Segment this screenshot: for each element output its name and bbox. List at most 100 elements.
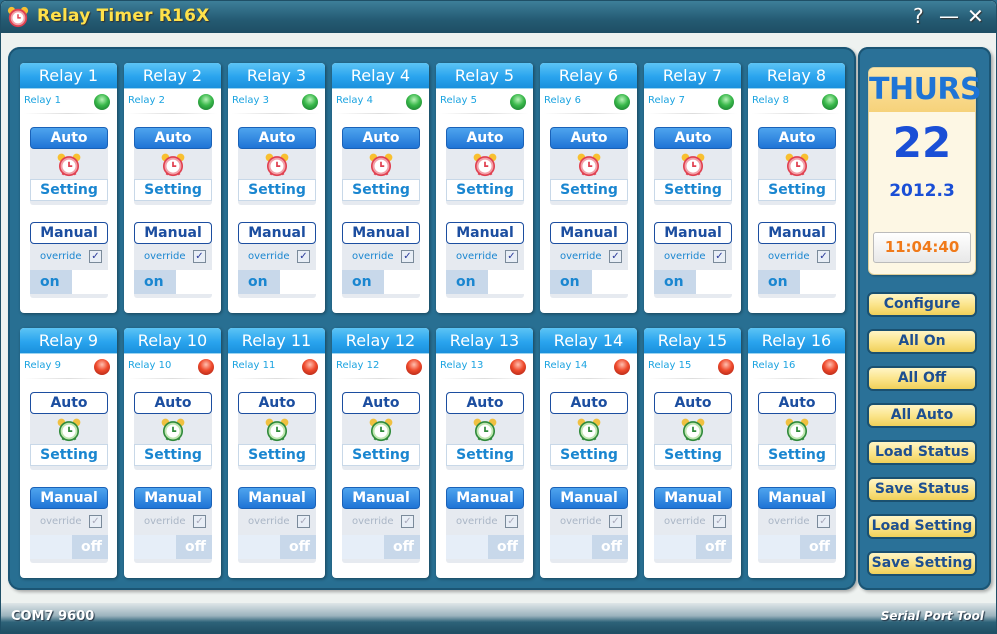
override-checkbox[interactable]: ✓ [505, 515, 518, 528]
on-off-toggle[interactable]: on [30, 270, 108, 294]
toggle-off-side[interactable] [800, 270, 836, 294]
override-checkbox[interactable]: ✓ [297, 515, 310, 528]
on-off-toggle[interactable]: off [238, 535, 316, 559]
setting-button[interactable]: Setting [342, 444, 420, 466]
auto-button[interactable]: Auto [134, 127, 212, 149]
setting-button[interactable]: Setting [550, 179, 628, 201]
toggle-on-side[interactable] [134, 535, 176, 559]
setting-button[interactable]: Setting [238, 444, 316, 466]
toggle-on-side[interactable] [30, 535, 72, 559]
side-button-all-off[interactable]: All Off [867, 366, 977, 391]
manual-button[interactable]: Manual [654, 222, 732, 244]
side-button-configure[interactable]: Configure [867, 292, 977, 317]
toggle-on-side[interactable]: on [238, 270, 280, 294]
auto-button[interactable]: Auto [30, 127, 108, 149]
on-off-toggle[interactable]: on [446, 270, 524, 294]
toggle-off-side[interactable] [72, 270, 108, 294]
on-off-toggle[interactable]: off [758, 535, 836, 559]
toggle-off-side[interactable]: off [280, 535, 316, 559]
override-checkbox[interactable]: ✓ [89, 515, 102, 528]
auto-button[interactable]: Auto [446, 392, 524, 414]
manual-button[interactable]: Manual [550, 487, 628, 509]
setting-button[interactable]: Setting [134, 179, 212, 201]
on-off-toggle[interactable]: off [134, 535, 212, 559]
side-button-all-on[interactable]: All On [867, 329, 977, 354]
on-off-toggle[interactable]: on [134, 270, 212, 294]
setting-button[interactable]: Setting [758, 179, 836, 201]
manual-button[interactable]: Manual [342, 487, 420, 509]
toggle-on-side[interactable] [654, 535, 696, 559]
on-off-toggle[interactable]: off [30, 535, 108, 559]
auto-button[interactable]: Auto [342, 127, 420, 149]
manual-button[interactable]: Manual [238, 222, 316, 244]
auto-button[interactable]: Auto [238, 127, 316, 149]
toggle-off-side[interactable] [176, 270, 212, 294]
on-off-toggle[interactable]: on [654, 270, 732, 294]
auto-button[interactable]: Auto [446, 127, 524, 149]
override-checkbox[interactable]: ✓ [193, 250, 206, 263]
on-off-toggle[interactable]: off [446, 535, 524, 559]
toggle-off-side[interactable] [592, 270, 628, 294]
on-off-toggle[interactable]: off [654, 535, 732, 559]
toggle-on-side[interactable] [758, 535, 800, 559]
auto-button[interactable]: Auto [654, 127, 732, 149]
auto-button[interactable]: Auto [550, 127, 628, 149]
side-button-load-setting[interactable]: Load Setting [867, 514, 977, 539]
close-button[interactable]: ✕ [967, 4, 984, 28]
setting-button[interactable]: Setting [134, 444, 212, 466]
toggle-off-side[interactable] [696, 270, 732, 294]
override-checkbox[interactable]: ✓ [401, 250, 414, 263]
toggle-on-side[interactable] [550, 535, 592, 559]
toggle-off-side[interactable] [384, 270, 420, 294]
override-checkbox[interactable]: ✓ [505, 250, 518, 263]
toggle-on-side[interactable]: on [446, 270, 488, 294]
manual-button[interactable]: Manual [758, 487, 836, 509]
help-button[interactable]: ? [913, 4, 924, 28]
toggle-on-side[interactable] [342, 535, 384, 559]
side-button-all-auto[interactable]: All Auto [867, 403, 977, 428]
manual-button[interactable]: Manual [758, 222, 836, 244]
setting-button[interactable]: Setting [238, 179, 316, 201]
side-button-save-status[interactable]: Save Status [867, 477, 977, 502]
toggle-off-side[interactable]: off [800, 535, 836, 559]
toggle-on-side[interactable]: on [654, 270, 696, 294]
setting-button[interactable]: Setting [446, 179, 524, 201]
on-off-toggle[interactable]: on [342, 270, 420, 294]
manual-button[interactable]: Manual [446, 487, 524, 509]
override-checkbox[interactable]: ✓ [713, 250, 726, 263]
toggle-off-side[interactable]: off [488, 535, 524, 559]
manual-button[interactable]: Manual [342, 222, 420, 244]
override-checkbox[interactable]: ✓ [817, 250, 830, 263]
auto-button[interactable]: Auto [758, 392, 836, 414]
side-button-save-setting[interactable]: Save Setting [867, 551, 977, 576]
manual-button[interactable]: Manual [30, 222, 108, 244]
side-button-load-status[interactable]: Load Status [867, 440, 977, 465]
auto-button[interactable]: Auto [238, 392, 316, 414]
auto-button[interactable]: Auto [342, 392, 420, 414]
manual-button[interactable]: Manual [238, 487, 316, 509]
override-checkbox[interactable]: ✓ [401, 515, 414, 528]
override-checkbox[interactable]: ✓ [609, 250, 622, 263]
toggle-off-side[interactable]: off [592, 535, 628, 559]
toggle-on-side[interactable] [238, 535, 280, 559]
on-off-toggle[interactable]: on [550, 270, 628, 294]
override-checkbox[interactable]: ✓ [297, 250, 310, 263]
manual-button[interactable]: Manual [446, 222, 524, 244]
toggle-on-side[interactable]: on [30, 270, 72, 294]
toggle-on-side[interactable]: on [342, 270, 384, 294]
manual-button[interactable]: Manual [654, 487, 732, 509]
on-off-toggle[interactable]: on [758, 270, 836, 294]
auto-button[interactable]: Auto [30, 392, 108, 414]
override-checkbox[interactable]: ✓ [817, 515, 830, 528]
on-off-toggle[interactable]: off [550, 535, 628, 559]
setting-button[interactable]: Setting [550, 444, 628, 466]
toggle-off-side[interactable]: off [696, 535, 732, 559]
auto-button[interactable]: Auto [550, 392, 628, 414]
override-checkbox[interactable]: ✓ [89, 250, 102, 263]
setting-button[interactable]: Setting [654, 444, 732, 466]
toggle-off-side[interactable] [488, 270, 524, 294]
manual-button[interactable]: Manual [30, 487, 108, 509]
toggle-on-side[interactable] [446, 535, 488, 559]
manual-button[interactable]: Manual [134, 222, 212, 244]
toggle-off-side[interactable]: off [72, 535, 108, 559]
